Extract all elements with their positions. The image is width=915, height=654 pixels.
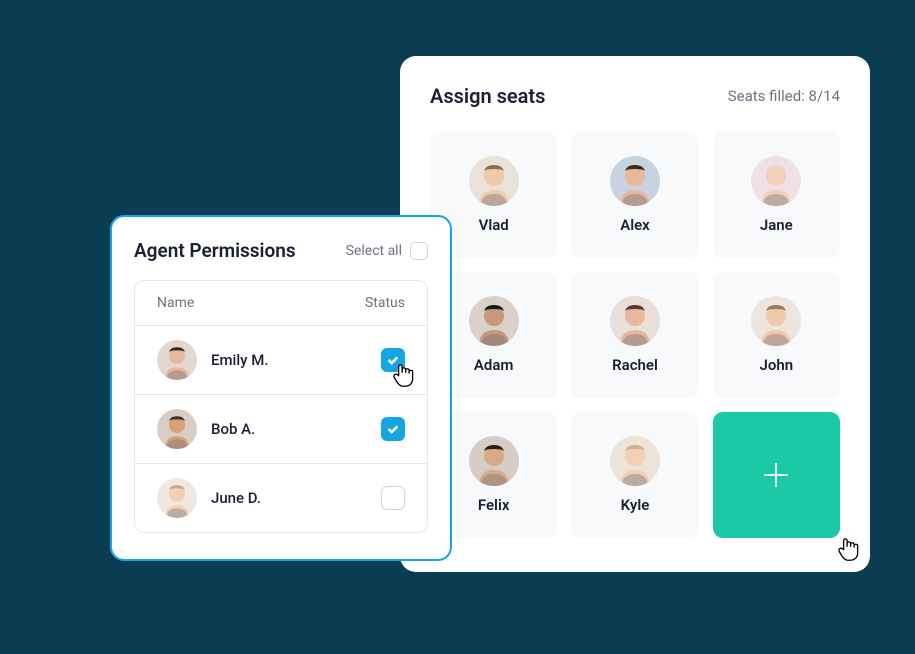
permissions-table-head: Name Status — [135, 281, 427, 325]
seat-name: Jane — [760, 216, 793, 234]
seat-name: Rachel — [612, 356, 658, 374]
permissions-header: Agent Permissions Select all — [134, 239, 428, 262]
seat-name: John — [760, 356, 794, 374]
assign-title: Assign seats — [430, 84, 545, 108]
select-all-button[interactable]: Select all — [346, 242, 428, 260]
seat-tile[interactable]: Rachel — [571, 272, 698, 398]
permissions-title: Agent Permissions — [134, 239, 296, 262]
assign-header: Assign seats Seats filled: 8/14 — [430, 84, 840, 108]
table-row: June D. — [135, 463, 427, 532]
seat-name: Alex — [620, 216, 650, 234]
avatar — [610, 156, 660, 206]
avatar — [157, 340, 197, 380]
table-row: Bob A. — [135, 394, 427, 463]
avatar — [469, 156, 519, 206]
avatar — [751, 296, 801, 346]
avatar — [469, 436, 519, 486]
avatar — [157, 478, 197, 518]
table-row: Emily M. — [135, 325, 427, 394]
plus-icon — [761, 460, 791, 490]
avatar — [751, 156, 801, 206]
permissions-table: Name Status Emily M. Bob A. — [134, 280, 428, 533]
seat-tile[interactable]: Kyle — [571, 412, 698, 538]
agent-name: Bob A. — [211, 420, 255, 438]
avatar — [610, 296, 660, 346]
seats-filled-status: Seats filled: 8/14 — [728, 87, 840, 105]
seat-tile[interactable]: Jane — [713, 132, 840, 258]
avatar — [157, 409, 197, 449]
col-status: Status — [365, 295, 405, 311]
seat-tile[interactable]: John — [713, 272, 840, 398]
avatar — [469, 296, 519, 346]
agent-name: Emily M. — [211, 351, 269, 369]
agent-name: June D. — [211, 489, 261, 507]
seat-grid: Vlad Alex Jane Adam Rachel — [430, 132, 840, 538]
seat-name: Felix — [478, 496, 510, 514]
select-all-label: Select all — [346, 243, 402, 259]
status-checkbox[interactable] — [381, 348, 405, 372]
seat-name: Vlad — [479, 216, 509, 234]
add-seat-button[interactable] — [713, 412, 840, 538]
avatar — [610, 436, 660, 486]
seat-name: Kyle — [621, 496, 650, 514]
seat-name: Adam — [474, 356, 514, 374]
select-all-checkbox[interactable] — [410, 242, 428, 260]
assign-seats-card: Assign seats Seats filled: 8/14 Vlad Ale… — [400, 56, 870, 572]
status-checkbox[interactable] — [381, 486, 405, 510]
status-checkbox[interactable] — [381, 417, 405, 441]
seat-tile[interactable]: Alex — [571, 132, 698, 258]
col-name: Name — [157, 295, 194, 311]
agent-permissions-card: Agent Permissions Select all Name Status… — [110, 215, 452, 561]
